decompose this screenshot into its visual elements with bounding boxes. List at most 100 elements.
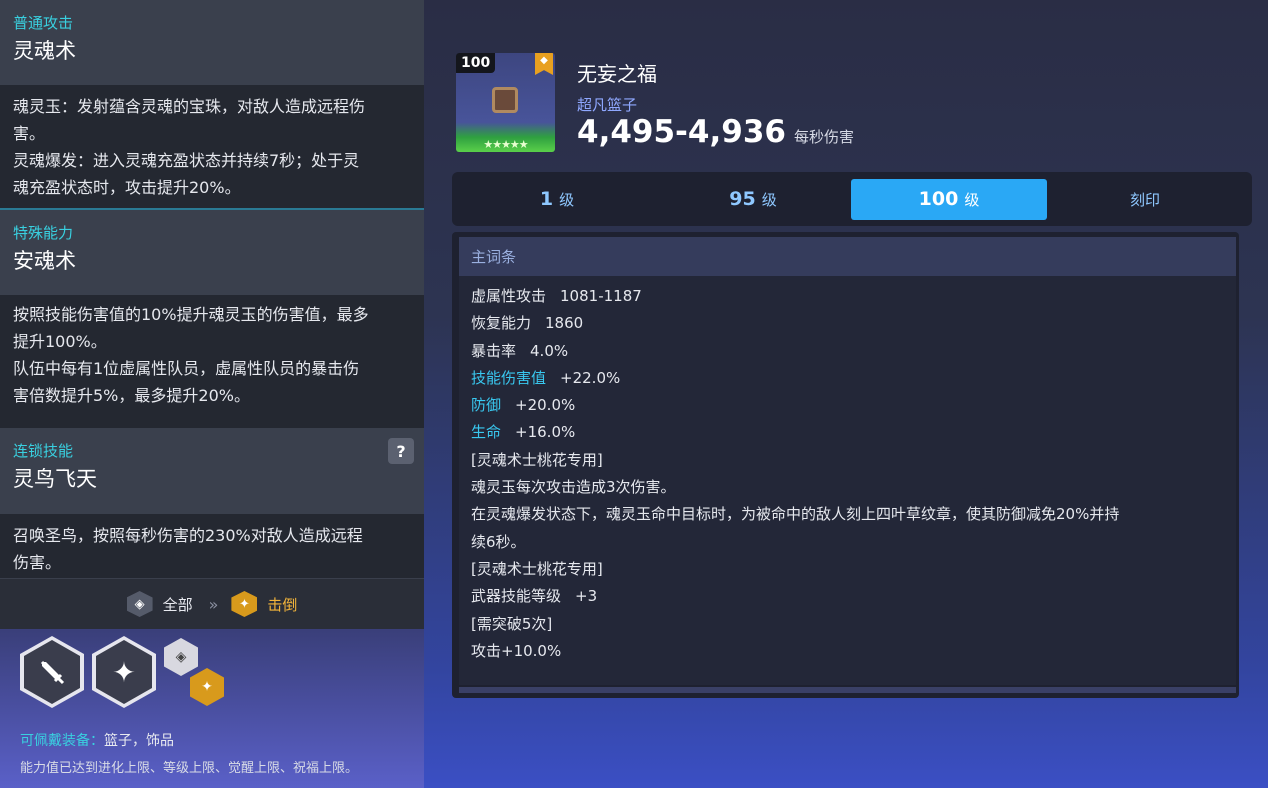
stats-panel: 主词条 虚属性攻击 1081-1187 恢复能力 1860 暴击率 4.0% 技能伤害值 +2… bbox=[452, 232, 1239, 698]
desc-line: 害。 bbox=[13, 124, 46, 143]
desc-line: 魂充盈状态时，攻击提升20%。 bbox=[13, 178, 241, 197]
tab-label: 刻印 bbox=[1129, 190, 1160, 209]
tab-unit: 级 bbox=[964, 190, 980, 209]
desc-line: 按照技能伤害值的10%提升魂灵玉的伤害值，最多 bbox=[13, 305, 369, 324]
equip-label: 可佩戴装备： bbox=[20, 733, 104, 749]
stat-key: 攻击+10.0% bbox=[471, 641, 562, 660]
limit-info: 能力值已达到进化上限、等级上限、觉醒上限、祝福上限。 bbox=[20, 761, 359, 776]
item-level-badge: 100 bbox=[456, 53, 496, 73]
tab-level-1[interactable]: 1级 bbox=[459, 179, 655, 220]
skill-name: 安魂术 bbox=[13, 249, 76, 273]
stat-line: [需突破5次] bbox=[471, 611, 1224, 638]
stat-key: [灵魂术士桃花专用] bbox=[471, 450, 603, 469]
desc-line: 召唤圣鸟，按照每秒伤害的230%对敌人造成远程 bbox=[13, 526, 363, 545]
stat-key: 恢复能力 bbox=[471, 314, 532, 333]
skill-name: 灵鸟飞天 bbox=[13, 467, 97, 491]
item-card[interactable]: 100 ◆ ★★★★★ bbox=[456, 53, 555, 152]
skill-category: 普通攻击 bbox=[13, 14, 74, 32]
stat-line: 恢复能力 1860 bbox=[471, 310, 1224, 337]
bookmark-icon: ◆ bbox=[535, 53, 553, 75]
all-elements-icon: ◈ bbox=[126, 591, 153, 617]
stat-key: 武器技能等级 bbox=[471, 587, 562, 606]
stat-line: 技能伤害值 +22.0% bbox=[471, 365, 1224, 392]
tab-num: 95 bbox=[729, 188, 756, 210]
skill-header-normal: 普通攻击 灵魂术 bbox=[0, 0, 424, 85]
level-tabs: 1级 95 级 100 级 刻印 bbox=[452, 172, 1252, 226]
stat-line: 虚属性攻击 1081-1187 bbox=[471, 283, 1224, 310]
dps-unit: 每秒伤害 bbox=[793, 128, 854, 146]
stat-key: 在灵魂爆发状态下，魂灵玉命中目标时，为被命中的敌人刻上四叶草纹章，使其防御减免2… bbox=[471, 505, 1120, 524]
stat-key: 续6秒。 bbox=[471, 532, 526, 551]
skill-name: 灵魂术 bbox=[13, 39, 76, 63]
knockdown-icon: ✦ bbox=[190, 668, 224, 706]
item-name: 无妄之福 bbox=[577, 62, 657, 86]
desc-line: 害倍数提升5%，最多提升20%。 bbox=[13, 386, 250, 405]
stat-key: 技能伤害值 bbox=[471, 368, 547, 387]
equip-area: ✦ ◈ ✦ 可佩戴装备：篮子，饰品 能力值已达到进化上限、等级上限、觉醒上限、祝… bbox=[0, 628, 424, 788]
stat-line: 暴击率 4.0% bbox=[471, 338, 1224, 365]
chevron-right-icon: ›› bbox=[208, 594, 219, 614]
desc-line: 魂灵玉：发射蕴含灵魂的宝珠，对敌人造成远程伤 bbox=[13, 97, 366, 116]
skill-description: 魂灵玉：发射蕴含灵魂的宝珠，对敌人造成远程伤 害。 灵魂爆发：进入灵魂充盈状态并… bbox=[0, 85, 424, 208]
stat-key: 防御 bbox=[471, 396, 502, 415]
stats-inner: 主词条 虚属性攻击 1081-1187 恢复能力 1860 暴击率 4.0% 技能伤害值 +2… bbox=[459, 237, 1236, 685]
stat-key: [灵魂术士桃花专用] bbox=[471, 559, 603, 578]
tab-engrave[interactable]: 刻印 bbox=[1047, 179, 1243, 220]
equip-value: 篮子，饰品 bbox=[104, 733, 174, 749]
tab-unit: 级 bbox=[559, 190, 575, 209]
stat-value: +3 bbox=[575, 587, 598, 606]
desc-line: 提升100%。 bbox=[13, 332, 107, 351]
stats-header: 主词条 bbox=[459, 237, 1236, 276]
chain-to-label: 击倒 bbox=[267, 595, 298, 614]
stat-line: 武器技能等级 +3 bbox=[471, 583, 1224, 610]
stats-list: 虚属性攻击 1081-1187 恢复能力 1860 暴击率 4.0% 技能伤害值 +22.0%… bbox=[459, 276, 1236, 665]
chain-from-label: 全部 bbox=[162, 595, 193, 614]
all-elements-icon: ◈ bbox=[164, 638, 198, 676]
stat-line: [灵魂术士桃花专用] bbox=[471, 556, 1224, 583]
stat-value: +20.0% bbox=[515, 396, 576, 415]
star-rating: ★★★★★ bbox=[483, 138, 528, 151]
tab-level-100[interactable]: 100 级 bbox=[851, 178, 1047, 220]
stat-value: 1860 bbox=[545, 314, 584, 333]
help-button[interactable]: ? bbox=[388, 438, 414, 464]
sword-icon[interactable] bbox=[20, 636, 84, 708]
stat-line: 续6秒。 bbox=[471, 529, 1224, 556]
desc-line: 灵魂爆发：进入灵魂充盈状态并持续7秒；处于灵 bbox=[13, 151, 360, 170]
skill-description: 按照技能伤害值的10%提升魂灵玉的伤害值，最多 提升100%。 队伍中每有1位虚… bbox=[0, 295, 424, 428]
equip-info: 可佩戴装备：篮子，饰品 bbox=[20, 730, 174, 750]
skill-category: 连锁技能 bbox=[13, 442, 74, 460]
stat-value: 4.0% bbox=[530, 341, 569, 360]
stat-line: 防御 +20.0% bbox=[471, 392, 1224, 419]
item-sprite bbox=[492, 87, 518, 113]
dps-row: 4,495-4,936 每秒伤害 bbox=[577, 114, 854, 150]
stat-value: 1081-1187 bbox=[560, 287, 642, 305]
stat-line: 攻击+10.0% bbox=[471, 638, 1224, 665]
scrollbar[interactable] bbox=[459, 687, 1236, 693]
skill-description: 召唤圣鸟，按照每秒伤害的230%对敌人造成远程 伤害。 bbox=[0, 514, 424, 578]
stat-key: 暴击率 bbox=[471, 341, 517, 360]
skill-header-special: 特殊能力 安魂术 bbox=[0, 210, 424, 295]
stat-line: 在灵魂爆发状态下，魂灵玉命中目标时，为被命中的敌人刻上四叶草纹章，使其防御减免2… bbox=[471, 501, 1224, 528]
chain-condition: ◈ 全部 ›› ✦ 击倒 bbox=[0, 578, 424, 629]
desc-line: 伤害。 bbox=[13, 553, 62, 572]
tab-num: 1 bbox=[539, 188, 554, 210]
tab-num: 100 bbox=[918, 188, 959, 210]
skill-header-chain: 连锁技能 灵鸟飞天 ? bbox=[0, 428, 424, 514]
stat-key: 生命 bbox=[471, 423, 502, 442]
stat-line: [灵魂术士桃花专用] bbox=[471, 447, 1224, 474]
tab-unit: 级 bbox=[761, 190, 777, 209]
knockdown-icon: ✦ bbox=[231, 591, 258, 617]
stat-line: 魂灵玉每次攻击造成3次伤害。 bbox=[471, 474, 1224, 501]
desc-line: 队伍中每有1位虚属性队员，虚属性队员的暴击伤 bbox=[13, 359, 360, 378]
stat-value: +16.0% bbox=[515, 423, 576, 442]
stat-value: +22.0% bbox=[560, 368, 621, 387]
stat-key: [需突破5次] bbox=[471, 614, 553, 633]
skill-panel: 普通攻击 灵魂术 魂灵玉：发射蕴含灵魂的宝珠，对敌人造成远程伤 害。 灵魂爆发：… bbox=[0, 0, 424, 788]
sparkle-icon[interactable]: ✦ bbox=[92, 636, 156, 708]
stat-line: 生命 +16.0% bbox=[471, 419, 1224, 446]
tab-level-95[interactable]: 95 级 bbox=[655, 179, 851, 220]
skill-category: 特殊能力 bbox=[13, 224, 74, 242]
stat-key: 魂灵玉每次攻击造成3次伤害。 bbox=[471, 478, 676, 497]
item-type: 超凡篮子 bbox=[577, 96, 638, 114]
dps-value: 4,495-4,936 bbox=[577, 114, 786, 150]
